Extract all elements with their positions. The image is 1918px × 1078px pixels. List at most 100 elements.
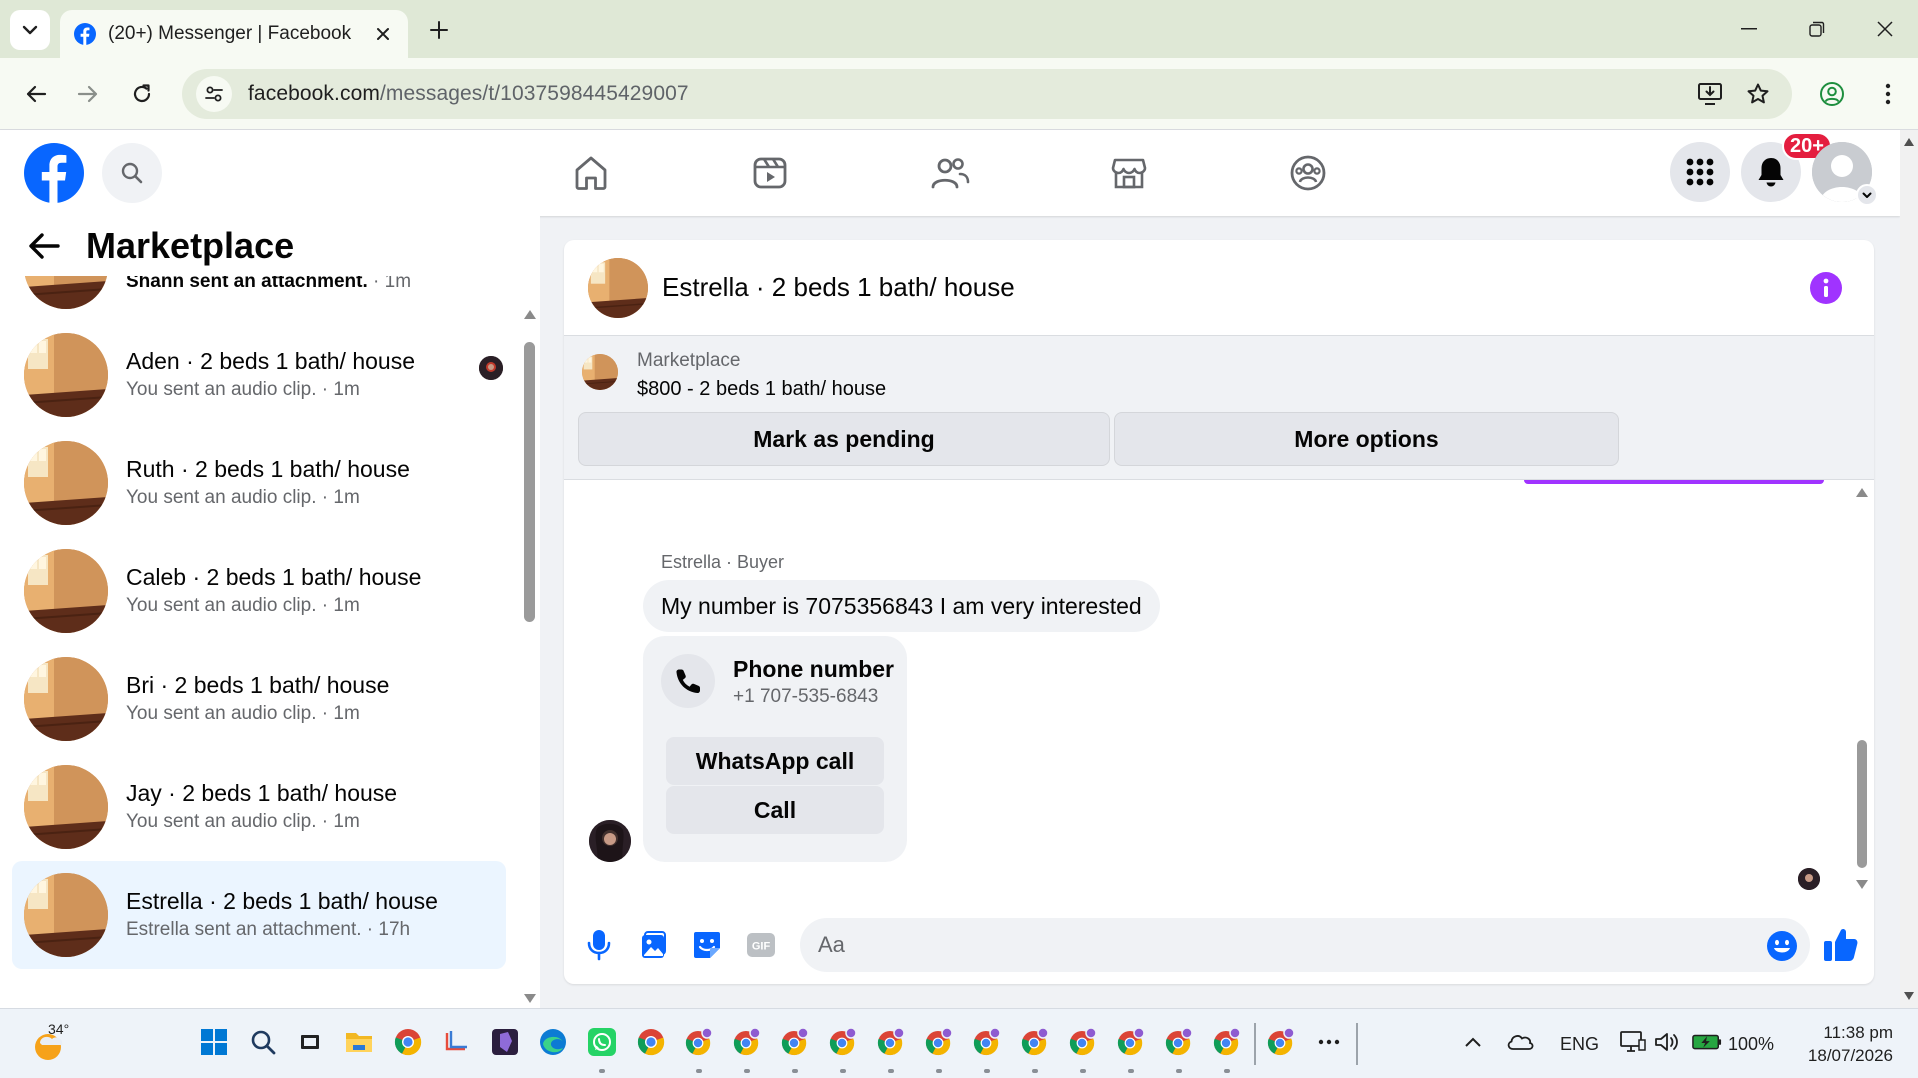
- chrome-icon[interactable]: [636, 1027, 666, 1057]
- system-clock[interactable]: 11:38 pm 18/07/2026: [1798, 1021, 1893, 1067]
- network-monitor-icon[interactable]: [1618, 1027, 1648, 1057]
- sender-avatar[interactable]: [589, 820, 631, 862]
- conversation-item-preview: You sent an audio clip.: [126, 811, 317, 832]
- onedrive-cloud-icon[interactable]: [1505, 1027, 1535, 1057]
- chrome-profile-icon[interactable]: [732, 1027, 762, 1057]
- microphone-icon[interactable]: [582, 928, 616, 962]
- groups-icon[interactable]: [1286, 151, 1330, 195]
- chrome-profile-icon[interactable]: [876, 1027, 906, 1057]
- conversation-title[interactable]: Estrella · 2 beds 1 bath/ house: [662, 272, 1015, 303]
- running-app-indicator: [1128, 1069, 1134, 1073]
- chrome-profile-icon[interactable]: [780, 1027, 810, 1057]
- reload-icon[interactable]: [122, 74, 162, 114]
- snipping-tool-icon[interactable]: [441, 1027, 471, 1057]
- forward-arrow-icon[interactable]: [68, 74, 108, 114]
- back-arrow-icon[interactable]: [28, 232, 60, 260]
- taskbar-search-icon[interactable]: [248, 1027, 278, 1057]
- friends-icon[interactable]: [928, 151, 972, 195]
- message-input[interactable]: [800, 918, 1810, 972]
- conversation-item[interactable]: Estrella · 2 beds 1 bath/ house Estrella …: [12, 861, 506, 969]
- back-arrow-icon[interactable]: [16, 74, 56, 114]
- weather-temperature: 34°: [48, 1021, 70, 1037]
- obsidian-app-icon[interactable]: [490, 1027, 520, 1057]
- mark-as-pending-button[interactable]: Mark as pending: [578, 412, 1110, 466]
- sticker-icon[interactable]: [690, 928, 724, 962]
- windows-start-icon[interactable]: [199, 1027, 229, 1057]
- browser-menu-kebab-icon[interactable]: [1868, 74, 1908, 114]
- emoji-icon[interactable]: [1766, 930, 1798, 962]
- chrome-profile-icon[interactable]: [924, 1027, 954, 1057]
- messages-scrollbar-thumb[interactable]: [1857, 740, 1867, 868]
- menu-grid-button[interactable]: [1670, 142, 1730, 202]
- whatsapp-call-button[interactable]: WhatsApp call: [666, 737, 884, 785]
- more-options-button[interactable]: More options: [1114, 412, 1619, 466]
- chrome-profile-icon[interactable]: [1212, 1027, 1242, 1057]
- conversation-item-title: Ruth · 2 beds 1 bath/ house: [126, 456, 410, 482]
- listing-source-label: Marketplace: [637, 350, 741, 371]
- thumbs-up-like-icon[interactable]: [1822, 926, 1860, 964]
- call-button[interactable]: Call: [666, 786, 884, 834]
- phone-card-title: Phone number: [733, 656, 895, 682]
- chrome-profile-icon[interactable]: [972, 1027, 1002, 1057]
- input-language[interactable]: ENG: [1560, 1034, 1599, 1055]
- site-info-tune-icon[interactable]: [196, 76, 232, 112]
- chrome-profile-icon[interactable]: [1068, 1027, 1098, 1057]
- close-tab-icon[interactable]: [372, 23, 394, 45]
- chrome-profile-icon[interactable]: [828, 1027, 858, 1057]
- more-apps-ellipsis-icon[interactable]: [1314, 1027, 1344, 1057]
- chrome-icon[interactable]: [393, 1027, 423, 1057]
- url-text[interactable]: facebook.com/messages/t/1037598445429007: [248, 82, 1682, 106]
- tab-search-dropdown-button[interactable]: [10, 10, 50, 50]
- close-window-icon[interactable]: [1862, 12, 1908, 46]
- file-explorer-icon[interactable]: [344, 1027, 374, 1057]
- edge-browser-icon[interactable]: [538, 1027, 568, 1057]
- new-tab-plus-icon[interactable]: [424, 15, 454, 45]
- listing-thumbnail[interactable]: [582, 354, 618, 390]
- incoming-message-bubble[interactable]: My number is 7075356843 I am very intere…: [643, 580, 1160, 632]
- conversation-avatar[interactable]: [588, 257, 648, 318]
- conversation-item[interactable]: Jay · 2 beds 1 bath/ house You sent an au…: [12, 753, 506, 861]
- chrome-profile-icon[interactable]: [1116, 1027, 1146, 1057]
- address-bar[interactable]: facebook.com/messages/t/1037598445429007: [182, 69, 1792, 119]
- marketplace-icon[interactable]: [1107, 151, 1151, 195]
- tray-chevron-up-icon[interactable]: [1458, 1027, 1488, 1057]
- taskbar-chrome-open-icon[interactable]: [1266, 1027, 1296, 1057]
- volume-speaker-icon[interactable]: [1652, 1027, 1682, 1057]
- phone-card-number[interactable]: +1 707-535-6843: [733, 686, 878, 708]
- battery-charging-icon[interactable]: [1692, 1027, 1722, 1057]
- chrome-profile-icon[interactable]: [684, 1027, 714, 1057]
- conversation-header[interactable]: Estrella · 2 beds 1 bath/ house: [564, 240, 1874, 336]
- conversation-item[interactable]: Caleb · 2 beds 1 bath/ house You sent an …: [12, 537, 506, 645]
- minimize-window-icon[interactable]: [1726, 12, 1772, 46]
- sidebar-scrollbar[interactable]: [520, 292, 538, 1008]
- chrome-profile-icon[interactable]: [1164, 1027, 1194, 1057]
- chrome-profile-icon[interactable]: [1020, 1027, 1050, 1057]
- facebook-logo-icon[interactable]: [24, 143, 84, 203]
- page-scrollbar[interactable]: [1900, 130, 1918, 1008]
- conversation-item[interactable]: Bri · 2 beds 1 bath/ house You sent an au…: [12, 645, 506, 753]
- sidebar-scrollbar-thumb[interactable]: [524, 342, 535, 622]
- facebook-favicon-icon: [74, 23, 96, 45]
- listing-price-title[interactable]: $800 - 2 beds 1 bath/ house: [637, 378, 886, 401]
- facebook-search-button[interactable]: [102, 143, 162, 203]
- conversation-item-title: Caleb · 2 beds 1 bath/ house: [126, 564, 422, 590]
- browser-tab-active[interactable]: (20+) Messenger | Facebook: [60, 10, 408, 58]
- restore-window-icon[interactable]: [1794, 12, 1840, 46]
- install-app-icon[interactable]: [1690, 74, 1730, 114]
- facebook-top-nav: 20+: [0, 130, 1900, 216]
- attach-photo-icon[interactable]: [636, 928, 670, 962]
- whatsapp-icon[interactable]: [587, 1027, 617, 1057]
- browser-profile-icon[interactable]: [1812, 74, 1852, 114]
- messages-scrollbar[interactable]: [1854, 486, 1870, 894]
- task-view-icon[interactable]: [295, 1027, 325, 1057]
- home-icon[interactable]: [569, 151, 613, 195]
- conversation-info-icon[interactable]: [1810, 272, 1842, 304]
- conversation-item[interactable]: Aden · 2 beds 1 bath/ house You sent an a…: [12, 321, 506, 429]
- gif-icon[interactable]: GIF: [744, 928, 778, 962]
- video-icon[interactable]: [748, 151, 792, 195]
- conversation-item-text: Estrella · 2 beds 1 bath/ house Estrella …: [126, 886, 438, 944]
- taskbar-separator-2: [1356, 1023, 1358, 1065]
- conversation-item[interactable]: Ruth · 2 beds 1 bath/ house You sent an a…: [12, 429, 506, 537]
- bookmark-star-icon[interactable]: [1738, 74, 1778, 114]
- account-chevron-icon[interactable]: [1856, 184, 1878, 206]
